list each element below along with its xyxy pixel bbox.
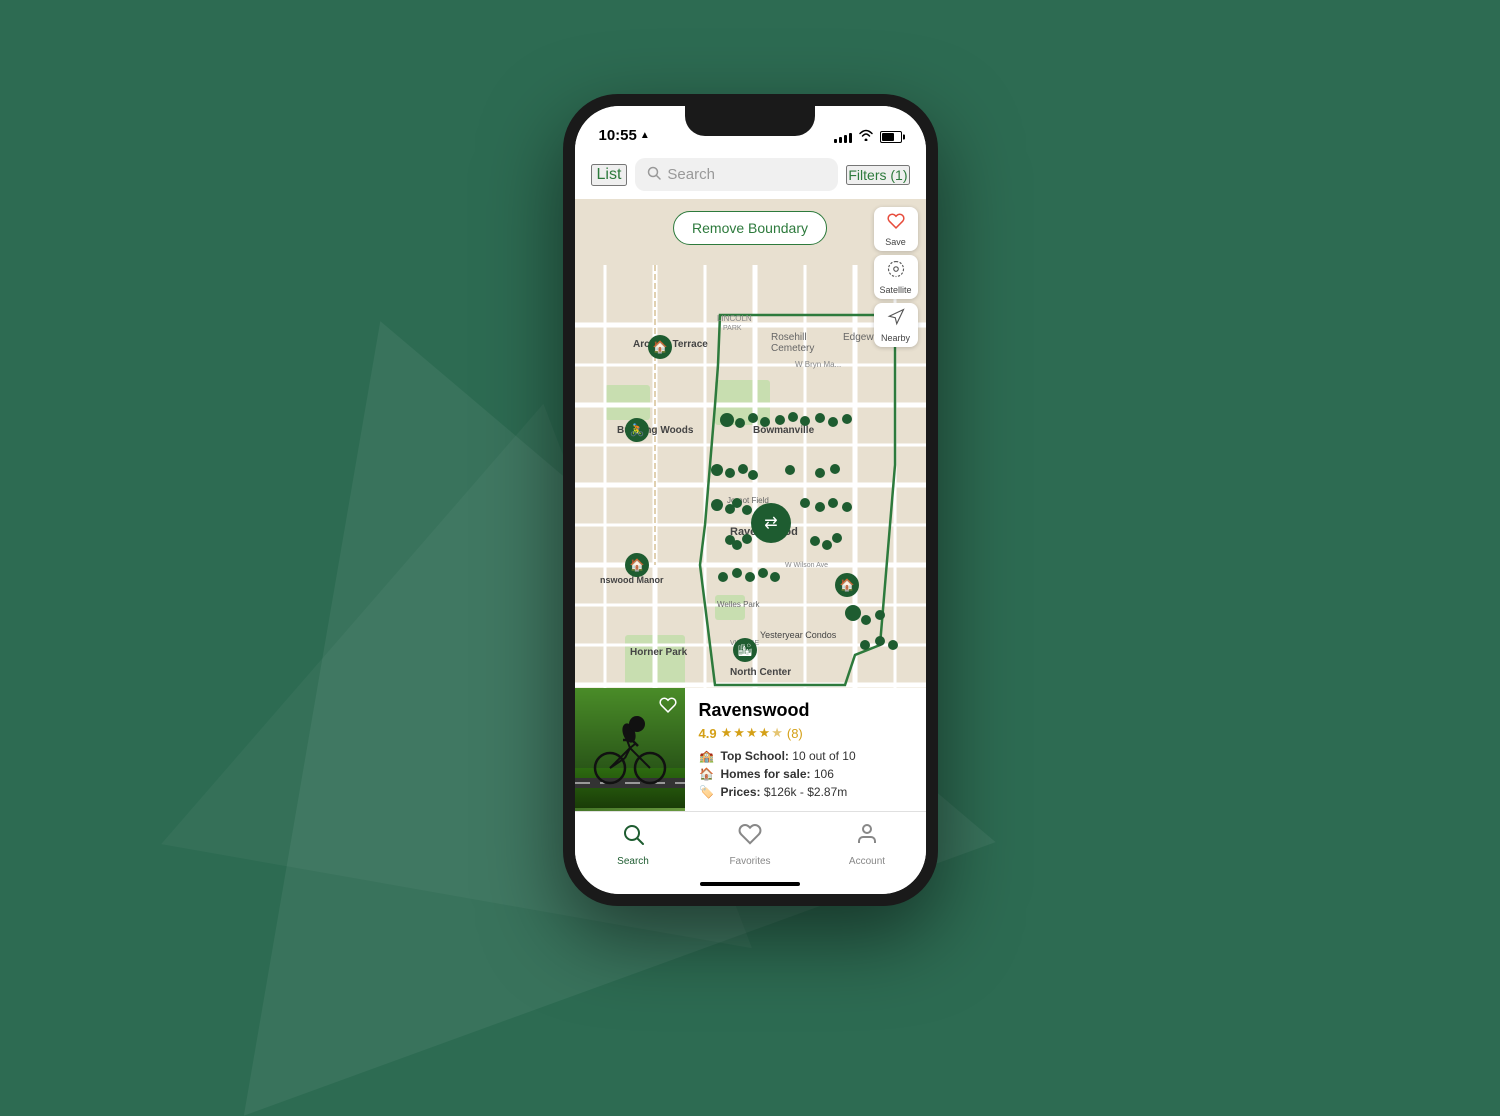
wifi-icon xyxy=(858,129,874,144)
navigation-icon xyxy=(887,308,905,331)
homes-icon: 🏠 xyxy=(699,767,715,781)
tab-search[interactable]: Search xyxy=(603,822,663,867)
satellite-icon xyxy=(887,260,905,283)
map-area[interactable]: Arcadia Terrace Budlong Woods Bowmanvill… xyxy=(575,199,926,811)
filters-button[interactable]: Filters (1) xyxy=(846,165,909,185)
location-arrow-icon: ▲ xyxy=(640,130,650,141)
star-rating: ★ ★ ★ ★ ★ xyxy=(721,725,783,741)
svg-text:Rosehill: Rosehill xyxy=(771,332,807,343)
satellite-label: Satellite xyxy=(879,285,911,295)
home-indicator xyxy=(700,882,800,886)
account-tab-icon xyxy=(855,822,879,852)
svg-text:LINCOLN: LINCOLN xyxy=(717,314,752,323)
status-time: 10:55 ▲ xyxy=(599,127,650,144)
card-stats: 🏫 Top School: 10 out of 10 🏠 Homes for s… xyxy=(699,749,912,799)
svg-text:W Bryn Ma...: W Bryn Ma... xyxy=(795,360,841,369)
favorites-tab-icon xyxy=(738,822,762,852)
tab-favorites[interactable]: Favorites xyxy=(720,822,780,867)
svg-text:PARK: PARK xyxy=(723,325,742,332)
card-details: Ravenswood 4.9 ★ ★ ★ ★ ★ (8) xyxy=(685,688,926,811)
favorites-tab-label: Favorites xyxy=(729,856,770,867)
search-tab-label: Search xyxy=(617,856,649,867)
svg-text:⇄: ⇄ xyxy=(764,515,777,532)
svg-text:Horner Park: Horner Park xyxy=(630,647,688,658)
homes-stat: 🏠 Homes for sale: 106 xyxy=(699,767,912,781)
phone-shell: 10:55 ▲ xyxy=(563,94,938,906)
svg-text:🏠: 🏠 xyxy=(652,340,667,354)
status-icons xyxy=(834,129,902,144)
search-tab-icon xyxy=(621,822,645,852)
signal-icon xyxy=(834,131,852,143)
rating-row: 4.9 ★ ★ ★ ★ ★ (8) xyxy=(699,725,912,741)
save-button[interactable]: Save xyxy=(874,207,918,251)
rating-number: 4.9 xyxy=(699,726,717,741)
search-bar[interactable]: Search xyxy=(635,158,838,191)
review-count: (8) xyxy=(787,726,803,741)
phone-notch xyxy=(685,106,815,136)
svg-text:W Wilson Ave: W Wilson Ave xyxy=(785,562,828,569)
svg-text:🏠: 🏠 xyxy=(839,578,854,592)
card-image xyxy=(575,688,685,811)
school-icon: 🏫 xyxy=(699,749,715,763)
list-button[interactable]: List xyxy=(591,164,628,186)
satellite-button[interactable]: Satellite xyxy=(874,255,918,299)
svg-text:🏠: 🏠 xyxy=(629,558,644,572)
price-icon: 🏷️ xyxy=(699,785,715,799)
svg-text:nswood Manor: nswood Manor xyxy=(600,575,664,585)
svg-text:Cemetery: Cemetery xyxy=(771,343,814,354)
phone-screen: 10:55 ▲ xyxy=(575,106,926,894)
property-card[interactable]: Ravenswood 4.9 ★ ★ ★ ★ ★ (8) xyxy=(575,688,926,811)
svg-text:🚴: 🚴 xyxy=(629,423,644,437)
neighborhood-name: Ravenswood xyxy=(699,700,912,721)
nearby-button[interactable]: Nearby xyxy=(874,303,918,347)
prices-stat: 🏷️ Prices: $126k - $2.87m xyxy=(699,785,912,799)
search-input-placeholder: Search xyxy=(667,166,715,183)
remove-boundary-button[interactable]: Remove Boundary xyxy=(673,211,827,245)
nearby-label: Nearby xyxy=(881,333,910,343)
battery-icon xyxy=(880,131,902,143)
save-label: Save xyxy=(885,237,906,247)
favorite-heart-icon[interactable] xyxy=(659,696,677,719)
svg-text:🏙: 🏙 xyxy=(737,643,752,657)
search-icon xyxy=(647,166,661,183)
svg-text:Bowmanville: Bowmanville xyxy=(753,425,815,436)
school-stat: 🏫 Top School: 10 out of 10 xyxy=(699,749,912,763)
account-tab-label: Account xyxy=(849,856,885,867)
top-nav: List Search Filters (1) xyxy=(575,150,926,199)
svg-text:North Center: North Center xyxy=(730,667,791,678)
svg-text:Edgew: Edgew xyxy=(843,332,874,343)
tab-account[interactable]: Account xyxy=(837,822,897,867)
svg-text:Yesteryear Condos: Yesteryear Condos xyxy=(760,630,837,640)
map-actions: Save Satellite xyxy=(874,207,918,347)
svg-text:Welles Park: Welles Park xyxy=(717,600,761,609)
heart-icon xyxy=(887,212,905,235)
